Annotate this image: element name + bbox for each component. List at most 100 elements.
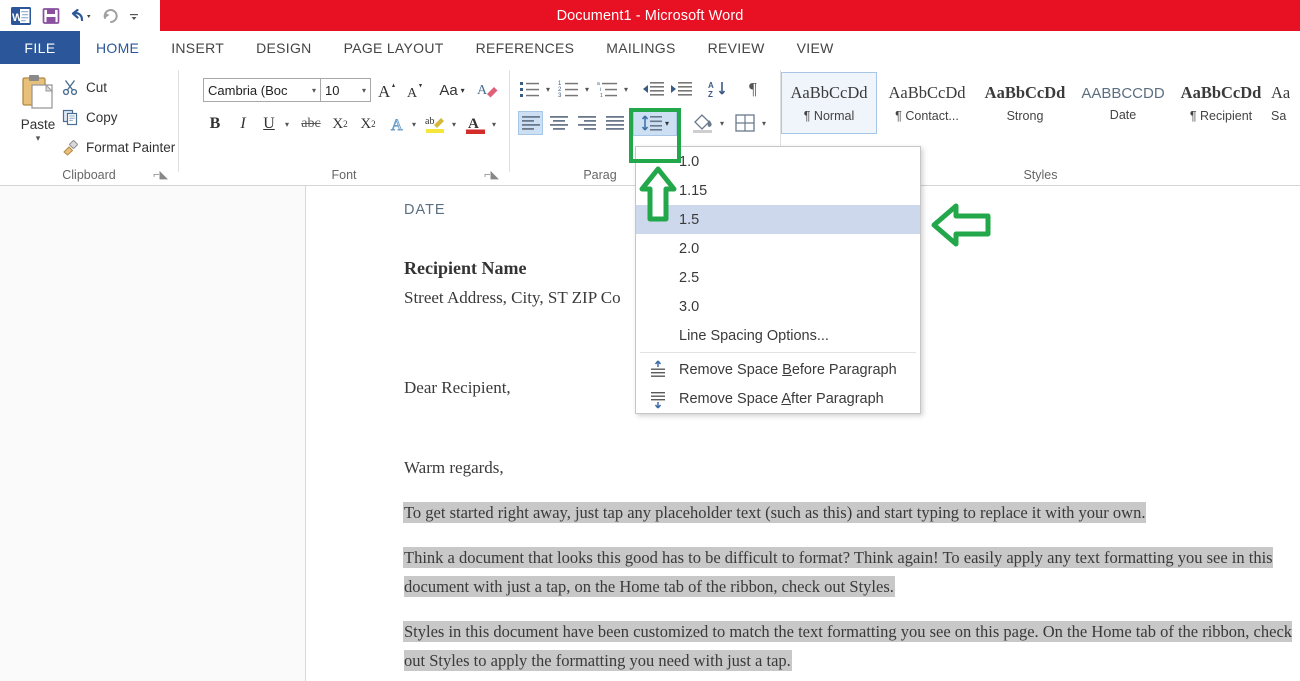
show-formatting-marks-button[interactable]: ¶ — [740, 77, 766, 101]
shrink-font-button[interactable]: A — [403, 77, 429, 103]
doc-body[interactable]: To get started right away, just tap any … — [404, 498, 1300, 681]
change-case-chevron-down-icon[interactable]: ▾ — [461, 86, 465, 95]
shading-button[interactable] — [690, 111, 716, 135]
style-salutation[interactable]: Aa Sa — [1271, 72, 1300, 134]
font-group-label: Font — [179, 168, 509, 182]
menu-item-spacing-1-15[interactable]: 1.15 — [636, 176, 920, 205]
menu-item-line-spacing-options[interactable]: Line Spacing Options... — [636, 321, 920, 350]
doc-date[interactable]: DATE — [404, 202, 446, 218]
tab-references[interactable]: REFERENCES — [460, 31, 591, 64]
tab-design[interactable]: DESIGN — [240, 31, 327, 64]
clear-formatting-button[interactable]: A — [475, 77, 501, 103]
underline-chevron-down-icon[interactable]: ▾ — [279, 111, 295, 137]
menu-label-pre: Remove Space — [679, 362, 782, 378]
tab-mailings[interactable]: MAILINGS — [590, 31, 691, 64]
style-normal[interactable]: AaBbCcDd ¶ Normal — [781, 72, 877, 134]
align-right-button[interactable] — [574, 111, 599, 135]
align-center-button[interactable] — [546, 111, 571, 135]
tab-file[interactable]: FILE — [0, 31, 80, 64]
font-dialog-launcher[interactable]: ⌐◣ — [484, 168, 499, 181]
change-case-button[interactable]: Aa ▾ — [433, 77, 471, 103]
save-icon[interactable] — [36, 2, 66, 30]
menu-item-spacing-2-5[interactable]: 2.5 — [636, 263, 920, 292]
tab-review[interactable]: REVIEW — [692, 31, 781, 64]
undo-icon[interactable] — [66, 2, 96, 30]
style-strong[interactable]: AaBbCcDd Strong — [977, 72, 1073, 134]
tab-page-layout[interactable]: PAGE LAYOUT — [328, 31, 460, 64]
font-size-chevron-down-icon[interactable]: ▾ — [362, 86, 366, 95]
tab-view[interactable]: VIEW — [781, 31, 850, 64]
doc-paragraph[interactable]: To get started right away, just tap any … — [404, 498, 1300, 527]
copy-button[interactable]: Copy — [62, 105, 118, 130]
decrease-indent-icon — [641, 79, 665, 99]
doc-paragraph[interactable]: Think a document that looks this good ha… — [404, 543, 1300, 601]
redo-icon[interactable] — [96, 2, 126, 30]
bullets-button[interactable] — [518, 77, 542, 101]
shading-chevron-down-icon[interactable]: ▾ — [715, 111, 729, 135]
format-painter-button[interactable]: Format Painter — [62, 135, 175, 160]
tab-insert[interactable]: INSERT — [155, 31, 240, 64]
doc-paragraph-text: Think a document that looks this good ha… — [404, 548, 1273, 596]
sort-button[interactable]: A Z — [706, 77, 732, 101]
numbered-list-icon: 1 2 3 — [558, 79, 580, 99]
numbering-chevron-down-icon[interactable]: ▾ — [580, 77, 594, 101]
style-name: Date — [1110, 108, 1136, 122]
superscript-button[interactable]: X2 — [355, 111, 381, 137]
menu-item-remove-space-before[interactable]: Remove Space Before Paragraph — [636, 355, 920, 384]
font-color-button[interactable]: A — [463, 111, 489, 137]
style-name: Sa — [1271, 109, 1286, 123]
justify-button[interactable] — [602, 111, 627, 135]
multilevel-list-button[interactable]: a i 1 — [596, 77, 620, 101]
doc-closing[interactable]: Warm regards, — [404, 458, 504, 478]
copy-icon — [62, 109, 79, 126]
cut-button[interactable]: Cut — [62, 75, 107, 100]
bold-button[interactable]: B — [203, 111, 227, 137]
style-contact[interactable]: AaBbCcDd ¶ Contact... — [879, 72, 975, 134]
menu-label-pre: Remove Space — [679, 391, 781, 407]
subscript-button[interactable]: X2 — [327, 111, 353, 137]
font-color-chevron-down-icon[interactable]: ▾ — [487, 111, 501, 137]
doc-recipient-name[interactable]: Recipient Name — [404, 258, 526, 279]
style-recipient[interactable]: AaBbCcDd ¶ Recipient — [1173, 72, 1269, 134]
paste-button[interactable]: Paste ▾ — [10, 72, 66, 158]
numbering-button[interactable]: 1 2 3 — [557, 77, 581, 101]
grow-font-button[interactable]: A — [375, 77, 401, 103]
increase-indent-icon — [669, 79, 693, 99]
style-preview: AABBCCDD — [1081, 85, 1164, 102]
highlight-chevron-down-icon[interactable]: ▾ — [447, 111, 461, 137]
underline-button[interactable]: U — [257, 111, 281, 137]
doc-salutation[interactable]: Dear Recipient, — [404, 378, 511, 398]
tab-home[interactable]: HOME — [80, 31, 155, 64]
doc-paragraph[interactable]: Styles in this document have been custom… — [404, 617, 1300, 675]
style-preview: AaBbCcDd — [889, 83, 966, 103]
doc-address[interactable]: Street Address, City, ST ZIP Co — [404, 288, 621, 308]
text-effects-button[interactable]: A — [387, 111, 409, 137]
increase-indent-button[interactable] — [668, 77, 694, 101]
borders-chevron-down-icon[interactable]: ▾ — [757, 111, 771, 135]
text-effects-chevron-down-icon[interactable]: ▾ — [407, 111, 421, 137]
clipboard-dialog-launcher[interactable]: ⌐◣ — [153, 168, 168, 181]
customize-qat-icon[interactable] — [126, 2, 142, 30]
font-size-combobox[interactable]: 10 ▾ — [321, 78, 371, 102]
paste-chevron-down-icon[interactable]: ▾ — [36, 133, 41, 144]
text-highlight-button[interactable]: ab — [423, 111, 449, 137]
menu-item-spacing-2-0[interactable]: 2.0 — [636, 234, 920, 263]
bullets-chevron-down-icon[interactable]: ▾ — [541, 77, 555, 101]
menu-item-spacing-1-5[interactable]: 1.5 — [636, 205, 920, 234]
menu-item-remove-space-after[interactable]: Remove Space After Paragraph — [636, 384, 920, 413]
strikethrough-button[interactable]: abc — [296, 111, 326, 137]
borders-button[interactable] — [732, 111, 758, 135]
pilcrow-icon: ¶ — [749, 79, 757, 99]
subscript-label: X — [332, 116, 343, 133]
menu-item-spacing-3-0[interactable]: 3.0 — [636, 292, 920, 321]
font-name-combobox[interactable]: Cambria (Boc ▾ — [203, 78, 321, 102]
ribbon-group-font: Cambria (Boc ▾ 10 ▾ A A Aa ▾ A — [179, 64, 509, 186]
align-left-button[interactable] — [518, 111, 543, 135]
style-date[interactable]: AABBCCDD Date — [1075, 72, 1171, 134]
multilevel-chevron-down-icon[interactable]: ▾ — [619, 77, 633, 101]
font-name-chevron-down-icon[interactable]: ▾ — [312, 86, 316, 95]
align-left-icon — [521, 115, 541, 131]
italic-label: I — [240, 115, 245, 133]
italic-button[interactable]: I — [231, 111, 255, 137]
decrease-indent-button[interactable] — [640, 77, 666, 101]
